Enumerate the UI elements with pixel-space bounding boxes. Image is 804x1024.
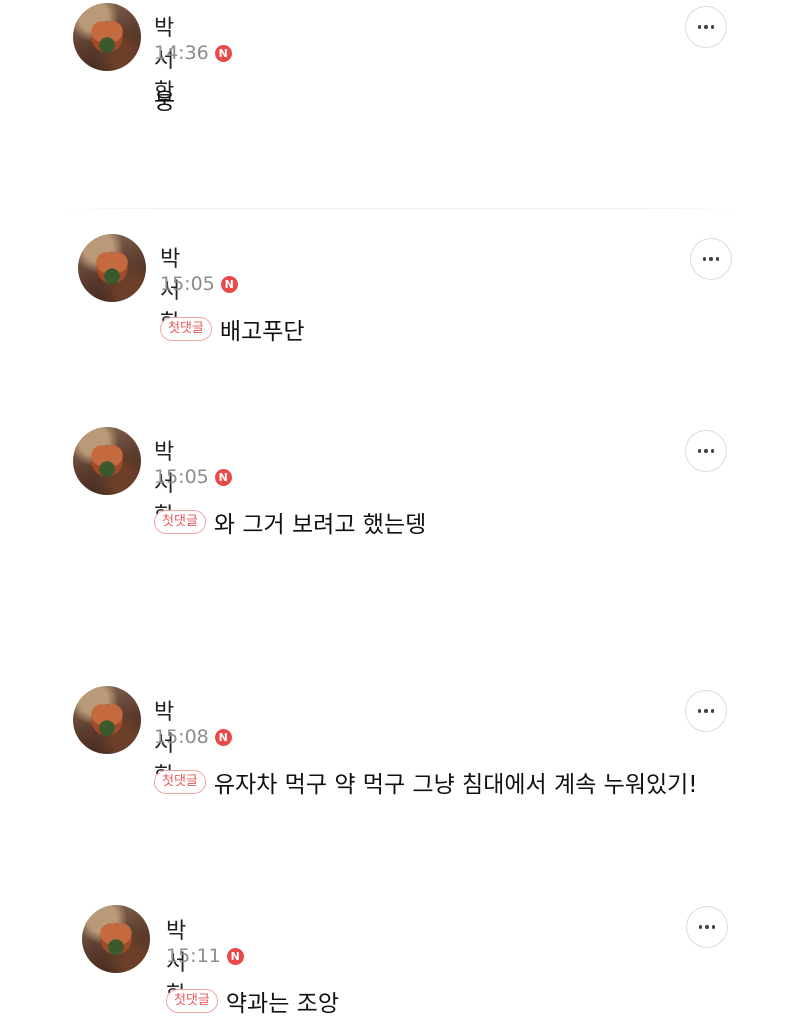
avatar[interactable] (73, 427, 141, 495)
divider (60, 208, 740, 209)
dot-icon (697, 449, 702, 453)
time-text: 15:08 (154, 726, 209, 748)
dot-icon (705, 925, 709, 929)
comment-time: 15:11 N (166, 945, 244, 967)
comment-text: 약과는 조앙 (225, 991, 340, 1017)
more-options-button[interactable] (685, 430, 727, 472)
comment-text: 와 그거 보려고 했는뎅 (213, 512, 427, 538)
dot-icon (704, 709, 708, 713)
dot-icon (704, 449, 708, 453)
comment-text: 유자차 먹구 약 먹구 그냥 침대에서 계속 누워있기! (213, 772, 698, 798)
new-badge: N (214, 728, 232, 746)
avatar[interactable] (78, 234, 146, 302)
dot-icon (704, 25, 708, 29)
dot-icon (711, 925, 716, 929)
new-badge: N (226, 947, 244, 965)
time-text: 15:05 (160, 273, 215, 295)
dot-icon (710, 25, 715, 29)
more-options-button[interactable] (690, 238, 732, 280)
comment-body: 첫댓글 유자차 먹구 약 먹구 그냥 침대에서 계속 누워있기! (154, 765, 698, 799)
comment-time: 15:08 N (154, 726, 232, 748)
dot-icon (710, 449, 715, 453)
comment-time: 14:36 N (154, 42, 232, 64)
comment-body: 첫댓글 배고푸단 (160, 312, 305, 346)
dot-icon (710, 709, 715, 713)
new-badge: N (214, 468, 232, 486)
comment-time: 15:05 N (154, 466, 232, 488)
dot-icon (698, 925, 703, 929)
new-badge: N (214, 44, 232, 62)
time-text: 15:11 (166, 945, 221, 967)
comment-body: 첫댓글 와 그거 보려고 했는뎅 (154, 505, 426, 539)
avatar[interactable] (73, 3, 141, 71)
first-comment-badge: 첫댓글 (154, 510, 206, 534)
new-badge: N (220, 275, 238, 293)
more-options-button[interactable] (685, 690, 727, 732)
comment-text: 웅 (154, 89, 176, 115)
dot-icon (697, 25, 702, 29)
comment-body: 첫댓글 약과는 조앙 (166, 984, 339, 1018)
first-comment-badge: 첫댓글 (166, 989, 218, 1013)
avatar[interactable] (73, 686, 141, 754)
dot-icon (697, 709, 702, 713)
time-text: 15:05 (154, 466, 209, 488)
first-comment-badge: 첫댓글 (160, 317, 212, 341)
dot-icon (715, 257, 720, 261)
comment-time: 15:05 N (160, 273, 238, 295)
dot-icon (702, 257, 707, 261)
more-options-button[interactable] (685, 6, 727, 48)
dot-icon (709, 257, 713, 261)
time-text: 14:36 (154, 42, 209, 64)
avatar[interactable] (82, 905, 150, 973)
more-options-button[interactable] (686, 906, 728, 948)
comment-body: 웅 (154, 82, 175, 116)
comment-text: 배고푸단 (219, 319, 305, 345)
first-comment-badge: 첫댓글 (154, 770, 206, 794)
